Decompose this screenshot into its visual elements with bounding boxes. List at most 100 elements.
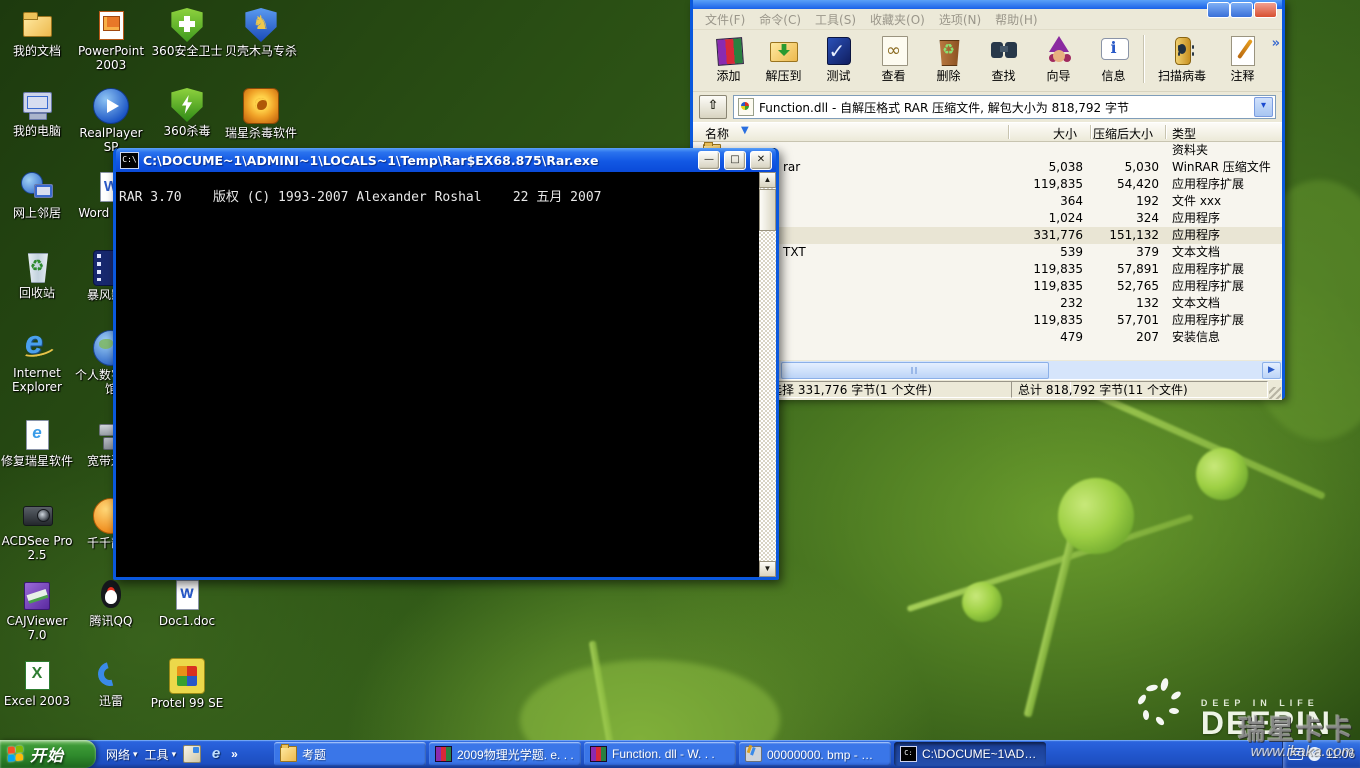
minimize-button[interactable] bbox=[1207, 2, 1230, 18]
maximize-button[interactable] bbox=[1230, 2, 1253, 18]
file-size: 232 bbox=[1060, 295, 1083, 312]
desktop-icon-lion[interactable]: 瑞星杀毒软件 bbox=[224, 88, 298, 140]
winrar-titlebar[interactable] bbox=[693, 0, 1282, 9]
file-size: 479 bbox=[1060, 329, 1083, 346]
file-list: 资料夹rar5,0385,030WinRAR 压缩文件119,83554,420… bbox=[693, 142, 1282, 360]
toolbar-button-scan[interactable]: 扫描病毒 bbox=[1149, 32, 1215, 85]
column-divider[interactable] bbox=[1090, 125, 1092, 139]
toolbar-overflow-icon[interactable]: » bbox=[1272, 36, 1280, 51]
file-row[interactable]: 232132文本文档 bbox=[693, 295, 1282, 312]
desktop-icon-protel[interactable]: Protel 99 SE bbox=[150, 658, 224, 710]
vertical-scrollbar[interactable]: ▲ ▼ bbox=[759, 172, 776, 577]
toolbar-button-comment[interactable]: 注释 bbox=[1215, 32, 1270, 85]
internet-explorer-icon[interactable]: e bbox=[208, 746, 224, 762]
taskbar-task-button[interactable]: Function. dll - W. . . bbox=[584, 742, 736, 766]
file-row[interactable]: 479207安装信息 bbox=[693, 329, 1282, 346]
file-row[interactable]: rar5,0385,030WinRAR 压缩文件 bbox=[693, 159, 1282, 176]
archive-path-combobox[interactable]: Function.dll - 自解压格式 RAR 压缩文件, 解包大小为 818… bbox=[733, 95, 1276, 119]
desktop-icon-cajviewer[interactable]: CAJViewer 7.0 bbox=[0, 578, 74, 642]
file-row[interactable]: 119,83557,701应用程序扩展 bbox=[693, 312, 1282, 329]
file-size: 119,835 bbox=[1033, 261, 1083, 278]
toolbar-button-delete[interactable]: 删除 bbox=[921, 32, 976, 85]
toolbar-button-add[interactable]: 添加 bbox=[701, 32, 756, 85]
console-output[interactable]: RAR 3.70 版权 (C) 1993-2007 Alexander Rosh… bbox=[116, 172, 776, 577]
menu-item[interactable]: 帮助(H) bbox=[989, 9, 1043, 30]
desktop-icon-thunder[interactable]: 迅雷 bbox=[74, 658, 148, 708]
desktop-icon-qq[interactable]: 腾讯QQ bbox=[74, 578, 148, 628]
file-row[interactable]: 资料夹 bbox=[693, 142, 1282, 159]
taskbar-task-button[interactable]: 2009物理光学题. e. . . bbox=[429, 742, 581, 766]
menu-item[interactable]: 选项(N) bbox=[933, 9, 987, 30]
show-desktop-icon[interactable] bbox=[183, 745, 201, 763]
close-button[interactable] bbox=[1254, 2, 1277, 18]
toolbar-button-find[interactable]: 查找 bbox=[976, 32, 1031, 85]
quicklaunch-工具[interactable]: 工具▾ bbox=[145, 746, 177, 763]
file-row[interactable]: 331,776151,132应用程序 bbox=[693, 227, 1282, 244]
winrar-toolbar: 添加解压到测试查看删除查找向导信息扫描病毒注释» bbox=[693, 30, 1282, 92]
toolbar-button-extract[interactable]: 解压到 bbox=[756, 32, 811, 85]
taskbar-task-button[interactable]: 00000000. bmp - 画图 bbox=[739, 742, 891, 766]
desktop-icon-computer[interactable]: 我的电脑 bbox=[0, 88, 74, 138]
taskbar-task-button[interactable]: 考题 bbox=[274, 742, 426, 766]
folder-docs-icon bbox=[20, 8, 54, 42]
close-button[interactable]: ✕ bbox=[750, 151, 772, 170]
scroll-right-icon[interactable]: ▶ bbox=[1262, 362, 1281, 379]
maximize-button[interactable]: □ bbox=[724, 151, 746, 170]
console-titlebar[interactable]: C:\ C:\DOCUME~1\ADMINI~1\LOCALS~1\Temp\R… bbox=[116, 148, 776, 172]
file-name: TXT bbox=[783, 244, 806, 261]
start-button[interactable]: 开始 bbox=[0, 740, 96, 768]
task-button-area: 考题2009物理光学题. e. . .Function. dll - W. . … bbox=[274, 742, 1280, 766]
desktop-icon-ie[interactable]: Internet Explorer bbox=[0, 330, 74, 394]
file-row[interactable]: 1,024324应用程序 bbox=[693, 210, 1282, 227]
file-row[interactable]: 119,83552,765应用程序扩展 bbox=[693, 278, 1282, 295]
column-divider[interactable] bbox=[1008, 125, 1010, 139]
menu-item[interactable]: 文件(F) bbox=[699, 9, 751, 30]
desktop-icon-camera[interactable]: ACDSee Pro 2.5 bbox=[0, 498, 74, 562]
hide-icons-chevron-icon[interactable]: ‹ bbox=[1308, 747, 1320, 761]
quicklaunch-网络[interactable]: 网络▾ bbox=[106, 746, 138, 763]
file-type: 应用程序 bbox=[1172, 227, 1220, 244]
toolbar-button-test[interactable]: 测试 bbox=[811, 32, 866, 85]
desktop-icon-recycle[interactable]: 回收站 bbox=[0, 250, 74, 300]
desktop-icon-shield-blue[interactable]: 贝壳木马专杀 bbox=[224, 8, 298, 58]
menu-item[interactable]: 收藏夹(O) bbox=[864, 9, 931, 30]
taskbar-task-button[interactable]: C:C:\DOCUME~1\ADMI. . . bbox=[894, 742, 1046, 766]
desktop-icon-folder-docs[interactable]: 我的文档 bbox=[0, 8, 74, 58]
desktop-icon-shield-gplus[interactable]: 360安全卫士 bbox=[150, 8, 224, 58]
minimize-button[interactable]: — bbox=[698, 151, 720, 170]
menu-item[interactable]: 命令(C) bbox=[753, 9, 807, 30]
desktop-icon-doc-repair[interactable]: 修复瑞星软件 bbox=[0, 418, 74, 468]
scroll-up-icon[interactable]: ▲ bbox=[759, 172, 776, 188]
menu-item[interactable]: 工具(S) bbox=[809, 9, 862, 30]
column-header-size[interactable]: 大小 bbox=[1053, 125, 1077, 142]
scroll-down-icon[interactable]: ▼ bbox=[759, 561, 776, 577]
desktop-icon-excel[interactable]: Excel 2003 bbox=[0, 658, 74, 708]
desktop-icon-shield-green2[interactable]: 360杀毒 bbox=[150, 88, 224, 138]
column-header-type[interactable]: 类型 bbox=[1172, 125, 1196, 142]
desktop-icon-label: 迅雷 bbox=[74, 694, 148, 708]
column-header-packed[interactable]: 压缩后大小 bbox=[1093, 125, 1153, 142]
toolbar-button-info[interactable]: 信息 bbox=[1086, 32, 1141, 85]
desktop-icon-powerpoint[interactable]: PowerPoint 2003 bbox=[74, 8, 148, 72]
toolbar-button-view[interactable]: 查看 bbox=[866, 32, 921, 85]
column-divider[interactable] bbox=[1165, 125, 1167, 139]
quicklaunch-overflow-icon[interactable]: » bbox=[231, 747, 238, 761]
desktop-icon-realplayer[interactable]: RealPlayer SP bbox=[74, 88, 148, 154]
keyboard-layout-icon[interactable] bbox=[1288, 748, 1303, 760]
column-header-name[interactable]: 名称 bbox=[705, 125, 729, 142]
resize-grip[interactable] bbox=[1269, 387, 1281, 399]
combobox-dropdown-icon[interactable]: ▾ bbox=[1254, 97, 1273, 117]
file-packed-size: 207 bbox=[1136, 329, 1159, 346]
file-list-header: 名称 ▼ 大小 压缩后大小 类型 bbox=[693, 122, 1282, 142]
scrollbar-thumb[interactable] bbox=[781, 362, 1049, 379]
file-row[interactable]: 364192文件 xxx bbox=[693, 193, 1282, 210]
file-row[interactable]: TXT539379文本文档 bbox=[693, 244, 1282, 261]
up-one-level-button[interactable]: ⇧ bbox=[699, 95, 727, 119]
file-row[interactable]: 119,83557,891应用程序扩展 bbox=[693, 261, 1282, 278]
scrollbar-thumb[interactable] bbox=[759, 189, 776, 231]
file-row[interactable]: 119,83554,420应用程序扩展 bbox=[693, 176, 1282, 193]
toolbar-button-wizard[interactable]: 向导 bbox=[1031, 32, 1086, 85]
horizontal-scrollbar[interactable]: ▶ bbox=[693, 360, 1282, 379]
desktop-icon-worddoc[interactable]: Doc1.doc bbox=[150, 578, 224, 628]
desktop-icon-network[interactable]: 网上邻居 bbox=[0, 170, 74, 220]
